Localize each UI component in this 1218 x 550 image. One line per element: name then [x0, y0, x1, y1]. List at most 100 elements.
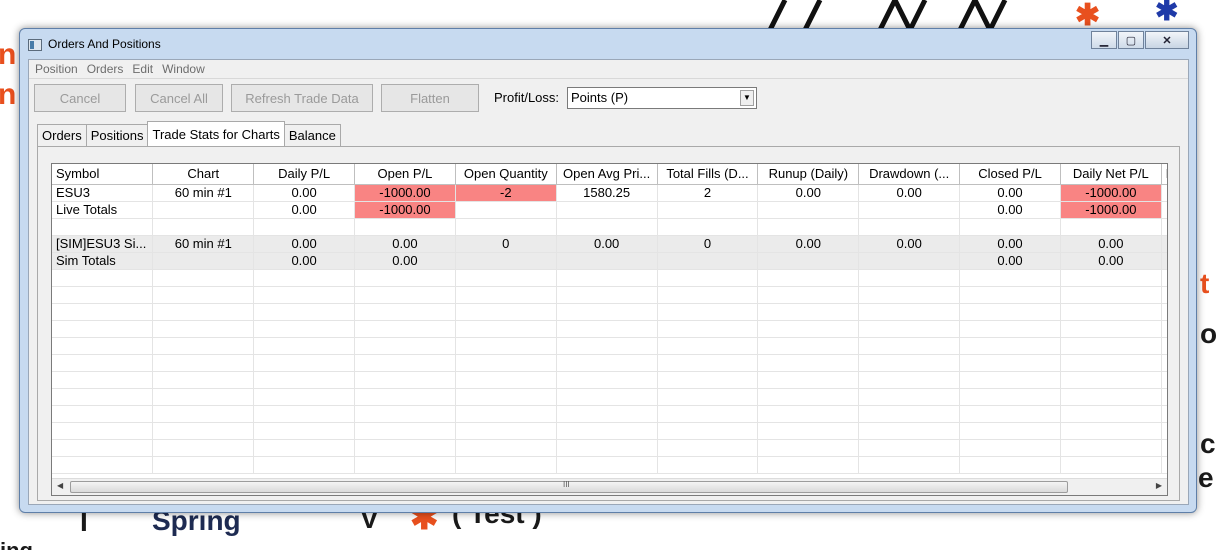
table-cell — [959, 218, 1061, 236]
menu-position[interactable]: Position — [35, 62, 78, 76]
trade-stats-grid[interactable]: Symbol Chart Daily P/L Open P/L Open Quantit… — [51, 163, 1168, 496]
table-cell — [858, 388, 961, 406]
table-cell — [455, 201, 557, 219]
table-cell — [354, 405, 456, 423]
table-cell — [52, 405, 154, 423]
minimize-button[interactable]: ▁ — [1091, 31, 1117, 49]
column-header[interactable]: Open P/L — [354, 164, 456, 185]
tab-positions[interactable]: Positions — [85, 124, 149, 146]
tab-trade-stats-for-charts[interactable]: Trade Stats for Charts — [147, 121, 285, 146]
table-row[interactable] — [52, 320, 1167, 338]
column-header[interactable]: Open Avg Pri... — [556, 164, 658, 185]
horizontal-scrollbar[interactable]: ◀ III ▶ — [52, 478, 1167, 495]
table-cell: ESU3 — [52, 184, 154, 202]
column-header[interactable]: Drawdown (... — [858, 164, 961, 185]
table-cell: 0.00 — [354, 252, 456, 270]
table-row[interactable] — [52, 269, 1167, 287]
table-cell: 0.00 — [959, 201, 1061, 219]
refresh-trade-data-button[interactable]: Refresh Trade Data — [231, 84, 373, 112]
column-header[interactable]: Symbol — [52, 164, 154, 185]
table-cell — [757, 303, 860, 321]
bg-asterisk-icon: ✱ — [1155, 0, 1179, 26]
menu-window[interactable]: Window — [162, 62, 205, 76]
column-header[interactable]: Total Fills (D... — [657, 164, 759, 185]
menu-edit[interactable]: Edit — [132, 62, 153, 76]
table-cell — [556, 201, 658, 219]
table-row[interactable] — [52, 337, 1167, 355]
table-cell — [1161, 422, 1167, 440]
table-cell — [455, 456, 557, 474]
column-header[interactable]: Open Quantity — [455, 164, 557, 185]
app-icon — [28, 39, 42, 51]
table-cell — [657, 269, 759, 287]
title-bar[interactable]: Orders And Positions ▁ ▢ ✕ — [20, 29, 1196, 60]
column-header[interactable]: Daily Net P/L — [1060, 164, 1162, 185]
table-cell: 60 min #1 — [152, 235, 255, 253]
table-cell — [52, 337, 154, 355]
column-header[interactable]: Runup (Daily) — [757, 164, 860, 185]
cancel-all-button[interactable]: Cancel All — [135, 84, 223, 112]
table-cell: -1000.00 — [354, 184, 456, 202]
tab-balance[interactable]: Balance — [283, 124, 341, 146]
table-cell — [354, 422, 456, 440]
dropdown-arrow-icon[interactable]: ▼ — [740, 90, 754, 106]
scrollbar-thumb[interactable]: III — [70, 480, 1068, 493]
table-cell — [757, 201, 860, 219]
table-cell — [152, 201, 255, 219]
maximize-button[interactable]: ▢ — [1118, 31, 1144, 49]
table-cell — [556, 269, 658, 287]
table-row[interactable]: ESU3 60 min #1 0.00 -1000.00 -2 1580.25 2 0.00 0… — [52, 184, 1167, 202]
table-row[interactable] — [52, 388, 1167, 406]
column-header[interactable]: Closed P/L — [959, 164, 1061, 185]
column-header[interactable]: Daily P/L — [253, 164, 356, 185]
table-cell — [757, 354, 860, 372]
table-cell — [959, 422, 1061, 440]
table-row[interactable]: Sim Totals 0.00 0.00 0.00 0.00 — [52, 252, 1167, 270]
table-row[interactable] — [52, 439, 1167, 457]
table-row[interactable] — [52, 456, 1167, 474]
table-row[interactable] — [52, 371, 1167, 389]
table-cell — [455, 286, 557, 304]
maximize-icon: ▢ — [1125, 34, 1137, 47]
column-header[interactable]: Chart — [152, 164, 255, 185]
table-cell — [1060, 354, 1162, 372]
table-row[interactable] — [52, 422, 1167, 440]
table-cell — [354, 303, 456, 321]
table-row[interactable] — [52, 405, 1167, 423]
column-header[interactable]: L — [1161, 164, 1167, 185]
profit-loss-select[interactable]: Points (P) ▼ — [567, 87, 757, 109]
table-cell: 1580.25 — [556, 184, 658, 202]
table-row[interactable] — [52, 286, 1167, 304]
cancel-button[interactable]: Cancel — [34, 84, 126, 112]
menu-orders[interactable]: Orders — [87, 62, 124, 76]
table-cell — [455, 218, 557, 236]
scroll-right-icon[interactable]: ▶ — [1156, 481, 1162, 490]
table-cell — [253, 456, 356, 474]
flatten-button[interactable]: Flatten — [381, 84, 479, 112]
table-cell — [52, 388, 154, 406]
table-cell — [858, 354, 961, 372]
table-cell — [354, 269, 456, 287]
table-cell — [556, 320, 658, 338]
window-client-area: Position Orders Edit Window Cancel Cance… — [28, 59, 1189, 505]
table-cell — [556, 286, 658, 304]
table-row[interactable] — [52, 218, 1167, 236]
table-cell: 0.00 — [858, 184, 961, 202]
table-cell — [556, 337, 658, 355]
table-row[interactable]: [SIM]ESU3 Si... 60 min #1 0.00 0.00 0 0.00 0 0.… — [52, 235, 1167, 253]
table-row[interactable] — [52, 303, 1167, 321]
table-cell — [253, 269, 356, 287]
table-cell — [152, 303, 255, 321]
scroll-left-icon[interactable]: ◀ — [57, 481, 63, 490]
table-cell — [556, 354, 658, 372]
table-cell — [657, 218, 759, 236]
close-button[interactable]: ✕ — [1145, 31, 1189, 49]
tab-orders[interactable]: Orders — [37, 124, 87, 146]
table-cell — [152, 405, 255, 423]
table-cell — [455, 422, 557, 440]
table-cell: 0.00 — [253, 201, 356, 219]
table-row[interactable] — [52, 354, 1167, 372]
table-cell — [1161, 337, 1167, 355]
table-row[interactable]: Live Totals 0.00 -1000.00 0.00 -1000.00 — [52, 201, 1167, 219]
table-cell — [1060, 337, 1162, 355]
